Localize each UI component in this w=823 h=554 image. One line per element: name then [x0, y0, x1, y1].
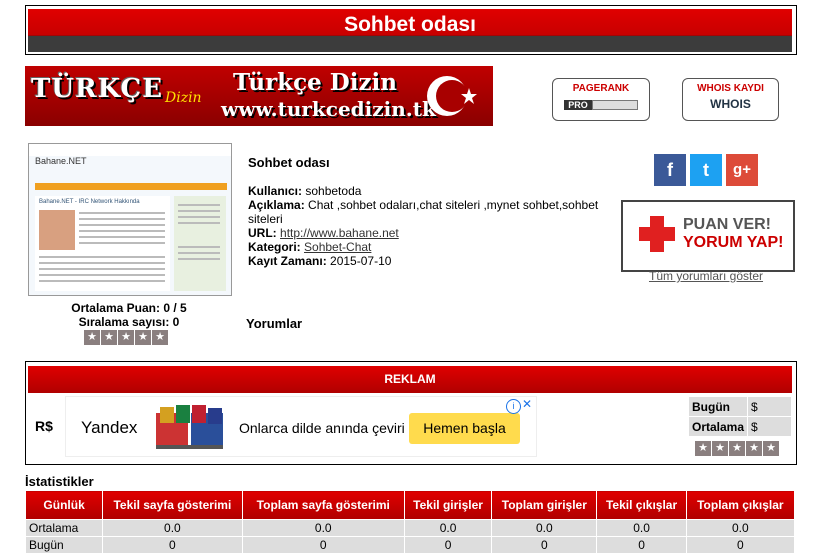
- whois-logo: WHOIS: [710, 97, 751, 111]
- table-row: Ortalama 0.0 0.0 0.0 0.0 0.0 0.0: [24, 519, 796, 537]
- mini-stat-row: Bugün $: [687, 396, 792, 417]
- banner-logo: TÜRKÇE: [31, 74, 164, 104]
- title-bar: Sohbet odası: [28, 9, 792, 52]
- star-icon[interactable]: ★: [135, 330, 151, 345]
- close-icon[interactable]: ✕: [522, 397, 532, 411]
- star-icon[interactable]: ★: [712, 441, 728, 456]
- url-row: URL: http://www.bahane.net: [248, 226, 399, 240]
- mini-stat-row: Ortalama $: [687, 416, 792, 437]
- date-row: Kayıt Zamanı: 2015-07-10: [248, 254, 392, 268]
- yandex-ad[interactable]: Yandex Onlarca dilde anında çeviri Hemen…: [65, 396, 537, 457]
- star-icon[interactable]: ★: [152, 330, 168, 345]
- category-row: Kategori: Sohbet-Chat: [248, 240, 372, 254]
- url-link[interactable]: http://www.bahane.net: [280, 226, 399, 240]
- banner-url: www.turkcedizin.tk: [221, 97, 436, 121]
- ad-cta-button[interactable]: Hemen başla: [409, 413, 520, 444]
- average-score: Ortalama Puan: 0 / 5: [71, 301, 187, 315]
- column-header: Toplam sayfa gösterimi: [241, 490, 405, 520]
- page-title: Sohbet odası: [344, 13, 476, 36]
- table-row: Bugün 0 0 0 0 0 0: [24, 536, 796, 554]
- turkce-dizin-banner[interactable]: TÜRKÇE Dizin Türkçe Dizin www.turkcedizi…: [25, 66, 493, 126]
- site-info: Sohbet odası Kullanıcı: sohbetoda Açıkla…: [248, 155, 613, 269]
- whois-badge[interactable]: WHOIS KAYDI WHOIS: [682, 78, 779, 121]
- pagerank-badge[interactable]: PAGERANK PRO: [552, 78, 650, 121]
- pagerank-bar: PRO: [553, 97, 649, 111]
- site-thumbnail[interactable]: Bahane.NET Bahane.NET - IRC Network Hakk…: [28, 143, 232, 296]
- star-icon[interactable]: ★: [729, 441, 745, 456]
- twitter-icon[interactable]: t: [690, 154, 722, 186]
- star-icon[interactable]: ★: [101, 330, 117, 345]
- column-header: Tekil sayfa gösterimi: [102, 490, 243, 520]
- ad-section-heading: REKLAM: [28, 366, 792, 393]
- star-icon[interactable]: ★: [118, 330, 134, 345]
- category-link[interactable]: Sohbet-Chat: [304, 240, 371, 254]
- star-rating-mini[interactable]: ★ ★ ★ ★ ★: [695, 441, 779, 456]
- pagerank-label: PAGERANK: [572, 83, 630, 94]
- rank-count: Sıralama sayısı: 0: [78, 315, 180, 329]
- comments-heading: Yorumlar: [246, 316, 303, 331]
- ad-text: Onlarca dilde anında çeviri: [239, 420, 405, 436]
- all-comments-link[interactable]: Tüm yorumları göster: [621, 269, 791, 283]
- thumbnail-brand: Bahane.NET: [35, 156, 87, 166]
- star-icon[interactable]: ★: [763, 441, 779, 456]
- comment-label: YORUM YAP!: [683, 234, 784, 251]
- red-cross-icon: [639, 216, 675, 252]
- star-icon[interactable]: ★: [695, 441, 711, 456]
- ad-brand: Yandex: [81, 418, 138, 437]
- crescent-star-icon: [427, 76, 477, 116]
- column-header: Tekil girişler: [403, 490, 493, 520]
- column-header: Toplam çıkışlar: [685, 490, 796, 520]
- column-header: Tekil çıkışlar: [596, 490, 687, 520]
- statistics-table: Günlük Tekil sayfa gösterimi Toplam sayf…: [24, 490, 796, 554]
- whois-label: WHOIS KAYDI: [697, 83, 764, 94]
- description-row: Açıklama: Chat ,sohbet odaları,chat site…: [248, 198, 599, 226]
- rs-icon: R$: [35, 418, 53, 434]
- facebook-icon[interactable]: f: [654, 154, 686, 186]
- banner-title: Türkçe Dizin: [233, 69, 397, 96]
- mini-stats: Bugün $ Ortalama $: [687, 396, 792, 437]
- googleplus-icon[interactable]: g+: [726, 154, 758, 186]
- star-icon[interactable]: ★: [84, 330, 100, 345]
- column-header: Günlük: [24, 490, 104, 520]
- thumbnail-subtitle: Bahane.NET - IRC Network Hakkında: [39, 199, 140, 205]
- date-value: 2015-07-10: [330, 254, 392, 268]
- site-title: Sohbet odası: [248, 155, 330, 170]
- vote-comment-button[interactable]: PUAN VER! YORUM YAP!: [621, 200, 795, 272]
- star-rating[interactable]: ★ ★ ★ ★ ★: [84, 330, 168, 345]
- info-icon[interactable]: i: [506, 399, 521, 414]
- statistics-heading: İstatistikler: [25, 474, 94, 489]
- star-icon[interactable]: ★: [746, 441, 762, 456]
- banner-logo-sub: Dizin: [165, 90, 202, 106]
- book-flags-icon: [156, 405, 223, 449]
- user-value: sohbetoda: [305, 184, 362, 198]
- vote-label: PUAN VER!: [683, 216, 772, 233]
- user-row: Kullanıcı: sohbetoda: [248, 184, 362, 198]
- column-header: Toplam girişler: [491, 490, 598, 520]
